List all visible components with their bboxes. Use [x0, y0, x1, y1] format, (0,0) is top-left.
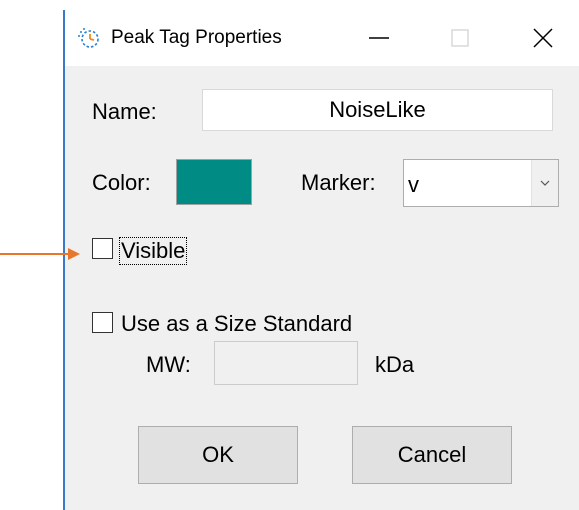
minimize-icon [369, 37, 389, 39]
maximize-button[interactable] [432, 18, 488, 58]
color-label: Color: [92, 170, 151, 195]
annotation-arrow [0, 248, 80, 260]
marker-selected-value: v [408, 172, 419, 197]
mw-input[interactable] [214, 341, 358, 385]
name-input[interactable] [202, 89, 553, 131]
maximize-icon [451, 29, 469, 47]
marker-dropdown-button[interactable] [531, 160, 558, 206]
size-standard-label[interactable]: Use as a Size Standard [121, 311, 352, 337]
ok-button[interactable]: OK [138, 426, 298, 484]
close-button[interactable] [515, 18, 571, 58]
close-icon [533, 28, 553, 48]
size-standard-checkbox[interactable] [92, 312, 113, 333]
dialog-body: Name: Color: Marker: v Visible Use as a … [65, 66, 579, 510]
visible-label[interactable]: Visible [119, 237, 188, 265]
cancel-button[interactable]: Cancel [352, 426, 512, 484]
mw-unit-label: kDa [375, 352, 415, 377]
color-swatch-button[interactable] [176, 159, 252, 205]
mw-label: MW: [146, 352, 191, 377]
title-bar[interactable]: Peak Tag Properties [65, 10, 579, 66]
visible-checkbox[interactable] [92, 238, 113, 259]
marker-label: Marker: [301, 170, 376, 195]
window-title: Peak Tag Properties [111, 27, 282, 48]
minimize-button[interactable] [351, 18, 407, 58]
name-label: Name: [92, 99, 157, 124]
chevron-down-icon [540, 180, 550, 186]
marker-select[interactable]: v [403, 159, 559, 207]
app-icon [77, 26, 101, 50]
